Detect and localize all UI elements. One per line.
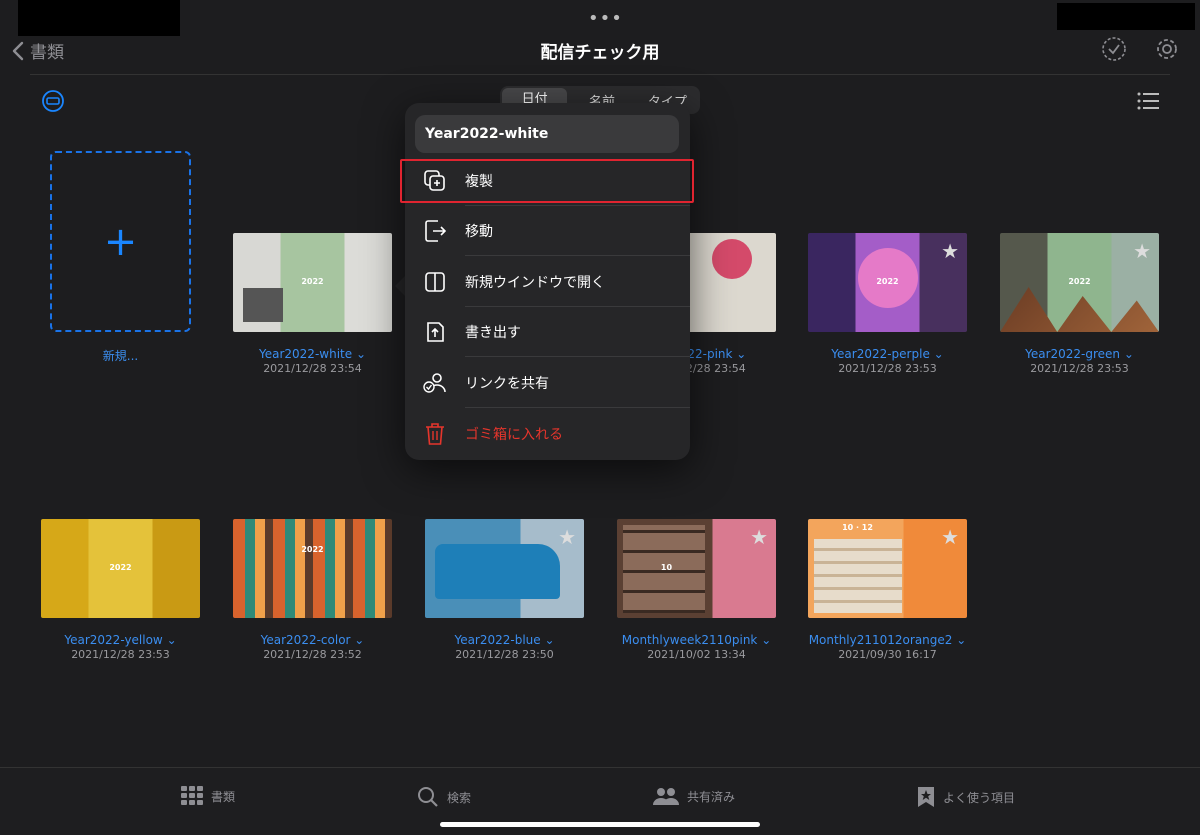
menu-item-trash[interactable]: ゴミ箱に入れる bbox=[405, 409, 690, 459]
menu-item-label: 書き出す bbox=[465, 325, 521, 341]
move-icon bbox=[425, 220, 446, 242]
context-menu: Year2022-white 複製 移動 新規ウインドウで開く 書き出す リンク… bbox=[405, 103, 690, 460]
calendar-grid-shape bbox=[814, 539, 902, 613]
document-date: 2021/12/28 23:52 bbox=[263, 648, 362, 661]
document-name[interactable]: Monthly211012orange2 ⌄ bbox=[796, 633, 979, 647]
gear-icon bbox=[1157, 39, 1177, 59]
document-name[interactable]: Year2022-perple ⌄ bbox=[808, 347, 967, 361]
new-document-tile[interactable]: + bbox=[50, 151, 191, 332]
document-thumbnail-white[interactable]: 2022 bbox=[233, 233, 392, 332]
export-icon bbox=[427, 322, 444, 342]
settings-button[interactable] bbox=[1154, 36, 1180, 62]
menu-item-label: 新規ウインドウで開く bbox=[465, 275, 605, 291]
redacted-block-right bbox=[1057, 3, 1195, 30]
favorite-star-icon[interactable]: ★ bbox=[941, 239, 959, 263]
document-date: 2021/10/02 13:34 bbox=[647, 648, 746, 661]
document-thumbnail-monthly-orange[interactable]: 10 · 12 ★ bbox=[808, 519, 967, 618]
page-title: 配信チェック用 bbox=[540, 43, 660, 63]
bookmark-star-icon bbox=[918, 787, 934, 807]
favorite-star-icon[interactable]: ★ bbox=[941, 525, 959, 549]
new-document-label: 新規... bbox=[102, 349, 139, 363]
header-divider bbox=[30, 74, 1170, 75]
document-date: 2021/12/28 23:54 bbox=[263, 362, 362, 375]
document-thumbnail-monthly-pink[interactable]: 10 ★ bbox=[617, 519, 776, 618]
new-window-icon bbox=[425, 272, 445, 292]
document-thumbnail-yellow[interactable]: 2022 bbox=[41, 519, 200, 618]
multitasking-dots[interactable]: ••• bbox=[588, 8, 623, 29]
thumb-year: 2022 bbox=[301, 545, 324, 554]
van-shape bbox=[435, 544, 560, 599]
search-icon bbox=[418, 787, 438, 807]
document-thumbnail-color[interactable]: 2022 bbox=[233, 519, 392, 618]
tab-shared[interactable]: 共有済み bbox=[653, 786, 735, 806]
view-mode-button[interactable] bbox=[1137, 92, 1159, 110]
document-name[interactable]: Year2022-color ⌄ bbox=[233, 633, 392, 647]
check-circle-icon bbox=[1102, 37, 1126, 61]
menu-pointer bbox=[395, 276, 405, 296]
tab-label: 検索 bbox=[447, 790, 472, 805]
tab-documents[interactable]: 書類 bbox=[181, 786, 235, 806]
document-name[interactable]: Year2022-white ⌄ bbox=[233, 347, 392, 361]
menu-item-share-link[interactable]: リンクを共有 bbox=[405, 358, 690, 408]
favorite-star-icon[interactable]: ★ bbox=[558, 525, 576, 549]
tab-search[interactable]: 検索 bbox=[417, 786, 471, 808]
document-date: 2021/12/28 23:53 bbox=[71, 648, 170, 661]
thumb-month: 10 bbox=[660, 563, 673, 572]
select-button[interactable] bbox=[1101, 36, 1127, 62]
document-date: 2021/12/28 23:50 bbox=[455, 648, 554, 661]
thumb-month: 10 · 12 bbox=[842, 523, 873, 532]
favorite-star-icon[interactable]: ★ bbox=[1133, 239, 1151, 263]
document-date: 2021/09/30 16:17 bbox=[838, 648, 937, 661]
context-menu-title: Year2022-white bbox=[415, 115, 679, 153]
document-date: 2021/12/28 23:53 bbox=[838, 362, 937, 375]
plus-icon: + bbox=[103, 218, 138, 265]
document-date: 2021/12/28 23:53 bbox=[1030, 362, 1129, 375]
menu-item-new-window[interactable]: 新規ウインドウで開く bbox=[405, 257, 690, 307]
storage-button[interactable] bbox=[41, 89, 65, 113]
document-thumbnail-green[interactable]: 2022 ★ bbox=[1000, 233, 1159, 332]
highlight-box bbox=[400, 159, 694, 203]
home-indicator[interactable] bbox=[440, 822, 760, 827]
people-icon bbox=[653, 788, 679, 805]
redacted-block-left bbox=[18, 0, 180, 36]
favorite-star-icon[interactable]: ★ bbox=[750, 525, 768, 549]
menu-item-label: 移動 bbox=[465, 224, 493, 240]
building-shape bbox=[1000, 287, 1159, 332]
document-name[interactable]: Year2022-blue ⌄ bbox=[425, 633, 584, 647]
document-thumbnail-blue[interactable]: ★ bbox=[425, 519, 584, 618]
document-thumbnail-perple[interactable]: 2022 ★ bbox=[808, 233, 967, 332]
document-name[interactable]: Monthlyweek2110pink ⌄ bbox=[605, 633, 788, 647]
photo-block bbox=[243, 288, 283, 322]
menu-item-move[interactable]: 移動 bbox=[405, 206, 690, 256]
document-name[interactable]: Year2022-green ⌄ bbox=[1000, 347, 1159, 361]
document-name[interactable]: Year2022-yellow ⌄ bbox=[41, 633, 200, 647]
thumb-year: 2022 bbox=[301, 277, 324, 286]
drive-icon bbox=[42, 90, 64, 112]
grid-icon bbox=[181, 786, 203, 805]
thumb-year: 2022 bbox=[109, 563, 132, 572]
share-link-icon bbox=[423, 373, 446, 393]
tab-label: よく使う項目 bbox=[943, 790, 1016, 805]
thumb-year: 2022 bbox=[1068, 277, 1091, 286]
menu-item-label: リンクを共有 bbox=[465, 376, 549, 392]
menu-item-export[interactable]: 書き出す bbox=[405, 307, 690, 357]
tab-favorites[interactable]: よく使う項目 bbox=[917, 786, 1015, 808]
menu-item-label: ゴミ箱に入れる bbox=[465, 427, 563, 443]
flower-shape bbox=[712, 239, 752, 279]
tab-label: 書類 bbox=[211, 789, 236, 804]
list-icon bbox=[1137, 92, 1159, 110]
tab-label: 共有済み bbox=[687, 789, 736, 804]
trash-icon bbox=[426, 423, 444, 445]
thumb-year: 2022 bbox=[876, 277, 899, 286]
